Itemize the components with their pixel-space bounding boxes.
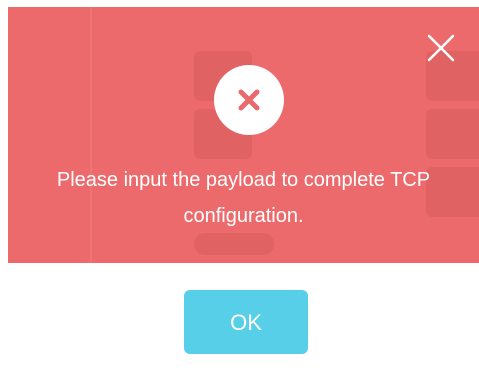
- background-decor: [194, 233, 274, 255]
- error-x-icon: [214, 65, 284, 135]
- error-dialog: Please input the payload to complete TCP…: [0, 0, 479, 392]
- background-decor: [426, 109, 479, 159]
- close-button[interactable]: [425, 32, 457, 64]
- ok-button[interactable]: OK: [184, 290, 308, 354]
- dialog-header: Please input the payload to complete TCP…: [8, 7, 479, 263]
- close-icon: [427, 34, 455, 62]
- error-message: Please input the payload to complete TCP…: [56, 169, 431, 227]
